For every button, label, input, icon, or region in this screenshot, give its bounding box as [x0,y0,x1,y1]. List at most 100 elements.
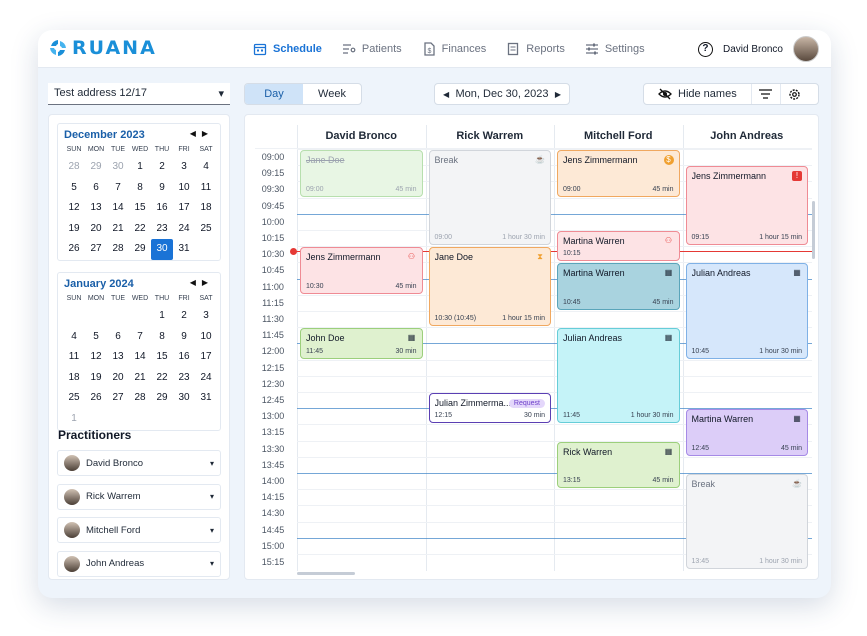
appointment-card[interactable]: Julian Zimmerma... 12:15 30 min Request [428,393,551,424]
calendar-day[interactable]: 31 [173,239,195,260]
calendar-day[interactable]: 4 [63,327,85,348]
calendar-day[interactable]: 1 [63,409,85,430]
week-view-button[interactable]: Week [303,84,361,104]
calendar-day[interactable]: 24 [195,368,217,389]
help-icon[interactable]: ? [697,41,713,57]
calendar-day[interactable]: 6 [85,178,107,199]
practitioner-select[interactable]: John Andreas ▾ [57,550,221,577]
calendar-day[interactable]: 15 [151,347,173,368]
address-select[interactable]: Test address 12/17 ▾ [48,83,230,105]
appointment-card[interactable]: Martina Warren 12:45 45 min ▦ [685,409,808,456]
selected-day[interactable]: 30 [151,239,173,260]
calendar-day[interactable]: 13 [85,198,107,219]
calendar-day[interactable]: 23 [151,219,173,240]
calendar-day[interactable]: 22 [151,368,173,389]
calendar-day[interactable]: 7 [107,178,129,199]
practitioner-select[interactable]: Mitchell Ford ▾ [57,517,221,543]
appointment-card[interactable]: Jane Doe 09:00 45 min [300,150,423,197]
logo[interactable]: RUANA [48,37,157,59]
settings-gear-icon[interactable] [779,84,808,104]
calendar-day[interactable]: 29 [151,388,173,409]
practitioner-select[interactable]: Rick Warrem ▾ [57,483,221,510]
calendar-day[interactable]: 14 [129,347,151,368]
next-day-icon[interactable]: ▶ [555,90,561,99]
user-name[interactable]: David Bronco [723,44,783,55]
vertical-scrollbar[interactable] [812,201,815,259]
calendar-day[interactable]: 1 [129,157,151,178]
calendar-day[interactable]: 24 [173,219,195,240]
calendar-day[interactable]: 6 [107,327,129,348]
calendar-day[interactable]: 21 [129,368,151,389]
appointment-card[interactable]: John Doe 11:45 30 min ▦ [300,328,423,359]
calendar-day[interactable]: 10 [195,327,217,348]
calendar-day[interactable]: 27 [107,388,129,409]
appointment-card[interactable]: Break 13:45 1 hour 30 min ☕ [685,474,808,570]
calendar-day[interactable]: 28 [129,388,151,409]
calendar-day[interactable]: 30 [173,388,195,409]
appointment-card[interactable]: Julian Andreas 10:45 1 hour 30 min ▦ [685,263,808,359]
calendar-day[interactable]: 22 [129,219,151,240]
nav-item-settings[interactable]: Settings [575,30,655,68]
calendar-day[interactable]: 8 [151,327,173,348]
calendar-day[interactable]: 17 [173,198,195,219]
calendar-day[interactable]: 15 [129,198,151,219]
calendar-day[interactable]: 25 [195,219,217,240]
appointment-card[interactable]: Julian Andreas 11:45 1 hour 30 min ▦ [557,328,680,424]
day-view-button[interactable]: Day [245,84,303,104]
calendar-day[interactable]: 4 [195,157,217,178]
appointment-card[interactable]: Martina Warren 10:15 ⚇ [557,231,680,262]
practitioner-select[interactable]: David Bronco ▾ [57,450,221,476]
appointment-card[interactable]: Jens Zimmermann 09:15 1 hour 15 min! [685,166,808,246]
calendar-day[interactable]: 7 [129,327,151,348]
nav-item-finances[interactable]: $ Finances [412,30,497,68]
calendar-day[interactable]: 14 [107,198,129,219]
calendar-day[interactable]: 28 [107,239,129,260]
calendar-day[interactable]: 11 [63,347,85,368]
calendar-day[interactable]: 31 [195,388,217,409]
calendar-day[interactable]: 21 [107,219,129,240]
nav-item-patients[interactable]: Patients [332,30,412,68]
calendar-day[interactable]: 16 [173,347,195,368]
avatar[interactable] [793,36,819,62]
nav-item-reports[interactable]: Reports [496,30,575,68]
calendar-day[interactable]: 9 [173,327,195,348]
calendar-day[interactable]: 1 [151,306,173,327]
calendar-month-title[interactable]: January 2024 [64,278,134,290]
calendar-day[interactable]: 12 [85,347,107,368]
appointment-card[interactable]: Jens Zimmermann 10:30 45 min ⚇ [300,247,423,294]
appointment-card[interactable]: Jens Zimmermann 09:00 45 min $ [557,150,680,197]
calendar-day[interactable]: 29 [129,239,151,260]
calendar-day[interactable]: 2 [151,157,173,178]
calendar-day[interactable]: 27 [85,239,107,260]
calendar-day[interactable]: 5 [63,178,85,199]
current-date[interactable]: Mon, Dec 30, 2023 [456,88,549,100]
hide-names-button[interactable]: Hide names [644,84,752,104]
calendar-day[interactable]: 2 [173,306,195,327]
nav-item-schedule[interactable]: Schedule [243,30,332,68]
appointment-card[interactable]: Break 09:00 1 hour 30 min ☕ [428,150,551,246]
calendar-day[interactable]: 26 [85,388,107,409]
month-arrows-icon[interactable]: ◀▶ [190,129,214,141]
calendar-month-title[interactable]: December 2023 [64,129,145,141]
calendar-day[interactable]: 8 [129,178,151,199]
calendar-day[interactable]: 29 [85,157,107,178]
calendar-day[interactable]: 18 [63,368,85,389]
calendar-day[interactable]: 3 [173,157,195,178]
calendar-day[interactable]: 17 [195,347,217,368]
calendar-day[interactable]: 10 [173,178,195,199]
calendar-day[interactable]: 23 [173,368,195,389]
calendar-day[interactable]: 28 [63,157,85,178]
month-arrows-icon[interactable]: ◀▶ [190,278,214,290]
calendar-day[interactable]: 5 [85,327,107,348]
calendar-day[interactable]: 11 [195,178,217,199]
calendar-day[interactable]: 12 [63,198,85,219]
calendar-day[interactable]: 26 [63,239,85,260]
calendar-day[interactable]: 20 [107,368,129,389]
prev-day-icon[interactable]: ◀ [443,90,449,99]
calendar-day[interactable]: 16 [151,198,173,219]
appointment-card[interactable]: Jane Doe 10:30 (10:45) 1 hour 15 min ⧗ [428,247,551,327]
calendar-day[interactable]: 18 [195,198,217,219]
calendar-day[interactable]: 19 [85,368,107,389]
calendar-day[interactable]: 25 [63,388,85,409]
calendar-day[interactable]: 3 [195,306,217,327]
